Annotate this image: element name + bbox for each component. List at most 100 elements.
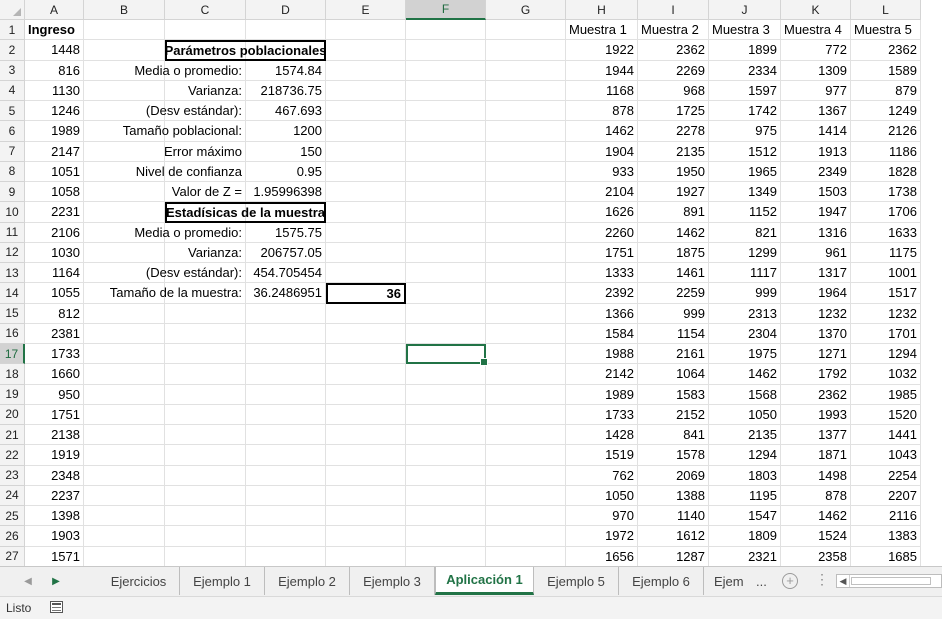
ingreso-cell[interactable]: 2231: [25, 202, 84, 223]
sample-cell[interactable]: 2260: [566, 222, 638, 243]
sample-cell[interactable]: 1498: [781, 465, 851, 486]
sheet-tab[interactable]: Aplicación 1: [435, 567, 534, 595]
ingreso-cell[interactable]: 2106: [25, 222, 84, 243]
sample-cell[interactable]: 2334: [709, 60, 781, 81]
sample-cell[interactable]: 841: [638, 425, 709, 446]
sample-cell[interactable]: 1168: [566, 80, 638, 101]
sample-cell[interactable]: 1377: [781, 425, 851, 446]
column-header-e[interactable]: E: [326, 0, 406, 20]
sample-cell[interactable]: 1195: [709, 485, 781, 506]
cell[interactable]: [326, 344, 406, 365]
sample-cell[interactable]: 1524: [781, 526, 851, 547]
column-header-f[interactable]: F: [406, 0, 486, 20]
cell[interactable]: [406, 40, 486, 61]
cell[interactable]: [165, 445, 246, 466]
cell[interactable]: [486, 485, 566, 506]
sample-cell[interactable]: 2313: [709, 303, 781, 324]
cell[interactable]: [246, 465, 326, 486]
sample-cell[interactable]: 1367: [781, 101, 851, 122]
sample-cell[interactable]: 1989: [566, 384, 638, 405]
param-value[interactable]: 1.95996398: [246, 182, 326, 203]
cell[interactable]: [165, 384, 246, 405]
sample-cell[interactable]: 1922: [566, 40, 638, 61]
spreadsheet-grid[interactable]: A B C D E F G H I J K L 1 2 3 4 5 6 7 8 9 10 11 12 13 14 15 16 17 18 1…: [0, 0, 942, 566]
cell[interactable]: [486, 202, 566, 223]
param-value[interactable]: 1575.75: [246, 222, 326, 243]
row-header-26[interactable]: 26: [0, 526, 25, 547]
cell[interactable]: [84, 202, 165, 223]
param-label[interactable]: (Desv estándar):: [146, 263, 246, 284]
macro-record-icon[interactable]: [50, 601, 63, 613]
cell[interactable]: [246, 344, 326, 365]
sample-cell[interactable]: 968: [638, 80, 709, 101]
sample-cell[interactable]: 1803: [709, 465, 781, 486]
param-value[interactable]: 206757.05: [246, 242, 326, 263]
sample-cell[interactable]: 975: [709, 121, 781, 142]
ingreso-cell[interactable]: 2381: [25, 323, 84, 344]
horizontal-scrollbar[interactable]: ◀: [836, 574, 942, 588]
ingreso-cell[interactable]: 950: [25, 384, 84, 405]
scroll-left-icon[interactable]: ◀: [837, 575, 850, 587]
sample-cell[interactable]: 878: [566, 101, 638, 122]
sample-cell[interactable]: 1175: [851, 242, 921, 263]
sample-cell[interactable]: 1050: [566, 485, 638, 506]
sample-cell[interactable]: 1742: [709, 101, 781, 122]
sample-header[interactable]: Muestra 2: [638, 20, 709, 41]
more-tabs-button[interactable]: ...: [756, 567, 767, 595]
row-header-20[interactable]: 20: [0, 404, 25, 425]
row-header-11[interactable]: 11: [0, 222, 25, 243]
sample-size-rounded[interactable]: 36: [326, 283, 406, 304]
row-header-15[interactable]: 15: [0, 303, 25, 324]
cell[interactable]: [486, 20, 566, 41]
column-header-h[interactable]: H: [566, 0, 638, 20]
cell[interactable]: [326, 323, 406, 344]
sample-cell[interactable]: 1462: [781, 506, 851, 527]
cell[interactable]: [406, 425, 486, 446]
sample-cell[interactable]: 878: [781, 485, 851, 506]
sample-cell[interactable]: 1985: [851, 384, 921, 405]
sample-cell[interactable]: 1519: [566, 445, 638, 466]
cell[interactable]: [406, 263, 486, 284]
row-header-2[interactable]: 2: [0, 40, 25, 61]
cell[interactable]: [84, 182, 165, 203]
sample-cell[interactable]: 2135: [638, 141, 709, 162]
sample-cell[interactable]: 1309: [781, 60, 851, 81]
sample-cell[interactable]: 1988: [566, 344, 638, 365]
row-header-22[interactable]: 22: [0, 445, 25, 466]
sample-cell[interactable]: 1032: [851, 364, 921, 385]
cell[interactable]: [246, 20, 326, 41]
cell[interactable]: [165, 364, 246, 385]
sample-cell[interactable]: 1232: [781, 303, 851, 324]
sample-cell[interactable]: 1927: [638, 182, 709, 203]
cell[interactable]: [326, 202, 406, 223]
sample-cell[interactable]: 1944: [566, 60, 638, 81]
cell[interactable]: [326, 364, 406, 385]
param-label[interactable]: (Desv estándar):: [146, 101, 246, 122]
cell[interactable]: [486, 263, 566, 284]
sample-cell[interactable]: 2304: [709, 323, 781, 344]
cell[interactable]: [84, 323, 165, 344]
ingreso-cell[interactable]: 1051: [25, 161, 84, 182]
ingreso-cell[interactable]: 1751: [25, 404, 84, 425]
sample-cell[interactable]: 1462: [566, 121, 638, 142]
cell[interactable]: [326, 242, 406, 263]
param-value[interactable]: 218736.75: [246, 80, 326, 101]
cell[interactable]: [326, 526, 406, 547]
cell[interactable]: [326, 222, 406, 243]
ingreso-cell[interactable]: 1398: [25, 506, 84, 527]
cell[interactable]: [406, 445, 486, 466]
cell[interactable]: [406, 506, 486, 527]
cell[interactable]: [406, 60, 486, 81]
sample-cell[interactable]: 999: [709, 283, 781, 304]
sample-cell[interactable]: 1751: [566, 242, 638, 263]
cell[interactable]: [165, 344, 246, 365]
cell[interactable]: [406, 222, 486, 243]
cell[interactable]: [486, 141, 566, 162]
sample-cell[interactable]: 1461: [638, 263, 709, 284]
sample-cell[interactable]: 1792: [781, 364, 851, 385]
sample-cell[interactable]: 1626: [566, 202, 638, 223]
ingreso-cell[interactable]: 1660: [25, 364, 84, 385]
row-header-1[interactable]: 1: [0, 20, 25, 41]
cell[interactable]: [246, 303, 326, 324]
row-header-4[interactable]: 4: [0, 80, 25, 101]
